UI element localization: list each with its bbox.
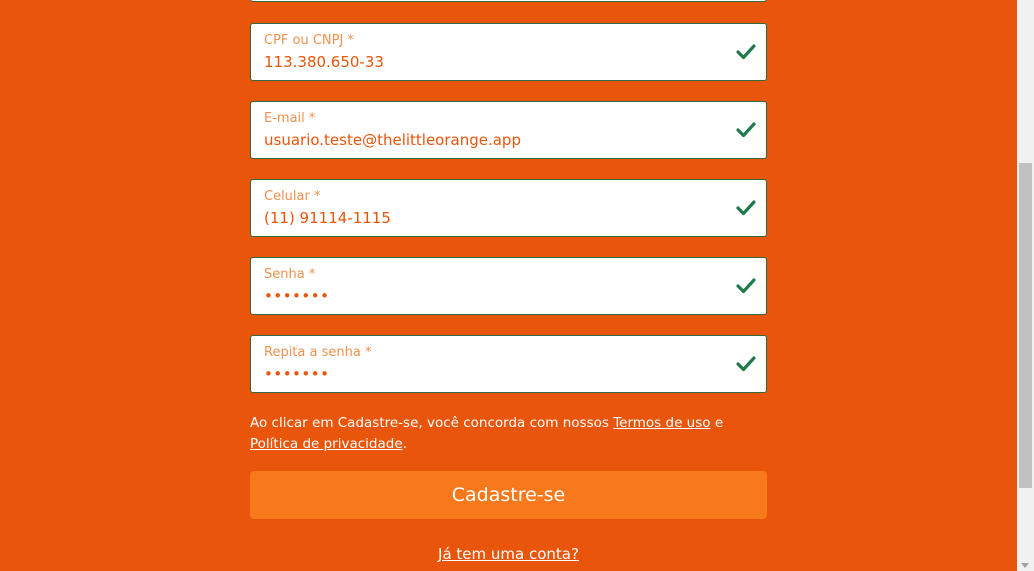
- login-link[interactable]: Já tem uma conta?: [438, 545, 579, 563]
- password-label: Senha *: [264, 267, 316, 282]
- email-field[interactable]: E-mail * usuario.teste@thelittleorange.a…: [250, 101, 767, 159]
- cpf-label: CPF ou CNPJ *: [264, 33, 354, 48]
- scrollbar[interactable]: [1017, 0, 1034, 571]
- terms-notice: Ao clicar em Cadastre-se, você concorda …: [250, 413, 767, 455]
- password-field[interactable]: Senha * •••••••: [250, 257, 767, 315]
- scroll-down-arrow-icon[interactable]: [1021, 563, 1029, 568]
- check-icon: [736, 356, 756, 372]
- signup-button[interactable]: Cadastre-se: [250, 471, 767, 519]
- terms-of-use-link[interactable]: Termos de uso: [613, 415, 710, 431]
- email-label: E-mail *: [264, 111, 316, 126]
- phone-label: Celular *: [264, 189, 321, 204]
- privacy-policy-link[interactable]: Política de privacidade: [250, 436, 403, 452]
- scrollbar-thumb[interactable]: [1019, 163, 1032, 488]
- check-icon: [736, 200, 756, 216]
- email-value[interactable]: usuario.teste@thelittleorange.app: [264, 131, 521, 149]
- phone-value[interactable]: (11) 91114-1115: [264, 209, 391, 227]
- terms-middle: e: [710, 415, 724, 431]
- password-value[interactable]: •••••••: [264, 287, 329, 305]
- check-icon: [736, 122, 756, 138]
- terms-prefix: Ao clicar em Cadastre-se, você concorda …: [250, 415, 614, 431]
- previous-field-partial[interactable]: [250, 0, 767, 2]
- phone-field[interactable]: Celular * (11) 91114-1115: [250, 179, 767, 237]
- cpf-field[interactable]: CPF ou CNPJ * 113.380.650-33: [250, 23, 767, 81]
- password-confirm-value[interactable]: •••••••: [264, 365, 329, 383]
- terms-suffix: .: [402, 436, 407, 452]
- check-icon: [736, 278, 756, 294]
- check-icon: [736, 44, 756, 60]
- password-confirm-field[interactable]: Repita a senha * •••••••: [250, 335, 767, 393]
- login-link-container: Já tem uma conta?: [0, 545, 1017, 563]
- password-confirm-label: Repita a senha *: [264, 345, 372, 360]
- cpf-value[interactable]: 113.380.650-33: [264, 53, 384, 71]
